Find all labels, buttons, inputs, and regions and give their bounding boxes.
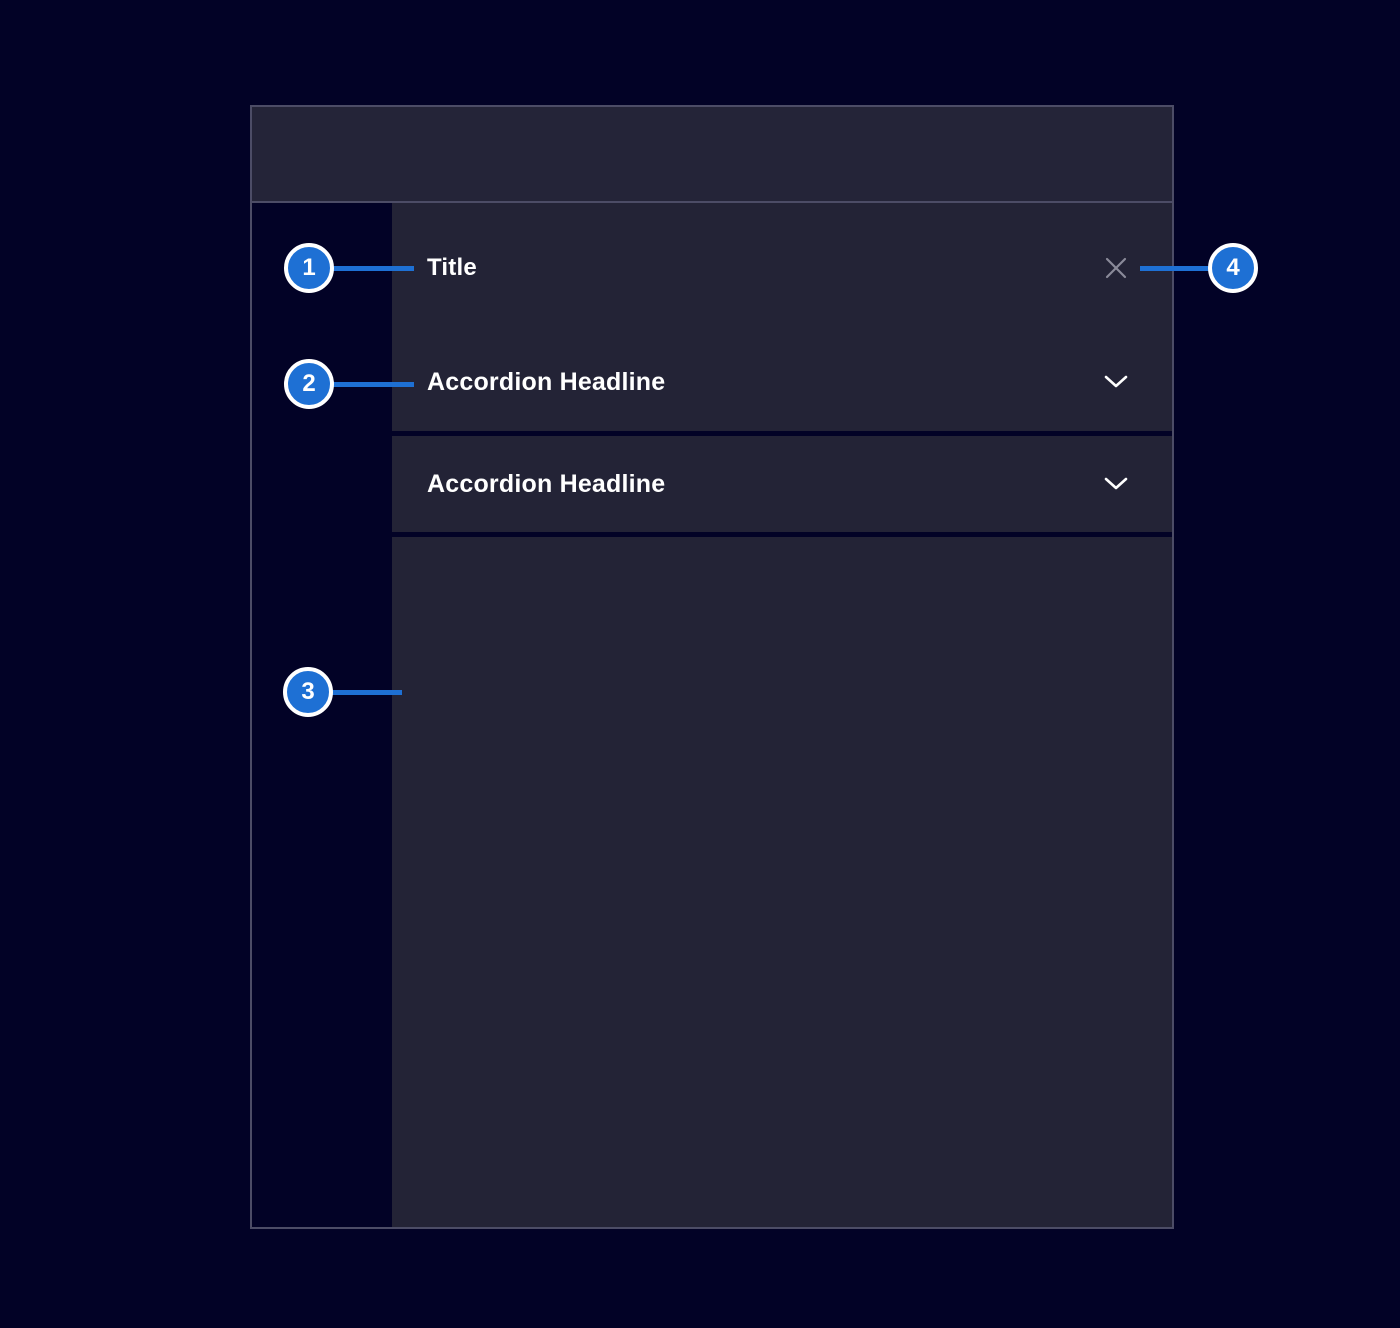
left-spacer (252, 203, 392, 1227)
callout-number: 3 (301, 678, 314, 706)
callout-marker-1: 1 (284, 243, 334, 293)
callout-line-4 (1140, 266, 1210, 271)
dialog-accordion-section: Accordion Headline (392, 436, 1172, 532)
callout-marker-3: 3 (283, 667, 333, 717)
x-close-icon (1100, 252, 1132, 284)
callout-number: 4 (1226, 254, 1239, 282)
accordion-label: Accordion Headline (427, 368, 665, 397)
callout-line-3 (331, 690, 402, 695)
top-header-band (252, 107, 1172, 203)
chevron-down-icon (1104, 375, 1128, 389)
dialog-title: Title (427, 254, 477, 282)
dialog-panel: Title Accordion Headline (392, 203, 1172, 1227)
dialog-header-row: Title (392, 203, 1172, 333)
callout-number: 1 (302, 254, 315, 282)
callout-line-2 (332, 382, 414, 387)
chevron-down-icon (1104, 477, 1128, 491)
dialog-content-area (392, 537, 1172, 1227)
callout-line-1 (332, 266, 414, 271)
accordion-label: Accordion Headline (427, 470, 665, 499)
callout-marker-2: 2 (284, 359, 334, 409)
accordion-header-1[interactable]: Accordion Headline (392, 333, 1172, 431)
frame-body: Title Accordion Headline (252, 203, 1172, 1227)
component-frame: Title Accordion Headline (250, 105, 1174, 1229)
callout-marker-4: 4 (1208, 243, 1258, 293)
dialog-top-section: Title Accordion Headline (392, 203, 1172, 431)
accordion-header-2[interactable]: Accordion Headline (392, 436, 1172, 532)
close-button[interactable] (1100, 252, 1132, 284)
callout-number: 2 (302, 370, 315, 398)
spec-canvas: Title Accordion Headline (0, 0, 1400, 1328)
